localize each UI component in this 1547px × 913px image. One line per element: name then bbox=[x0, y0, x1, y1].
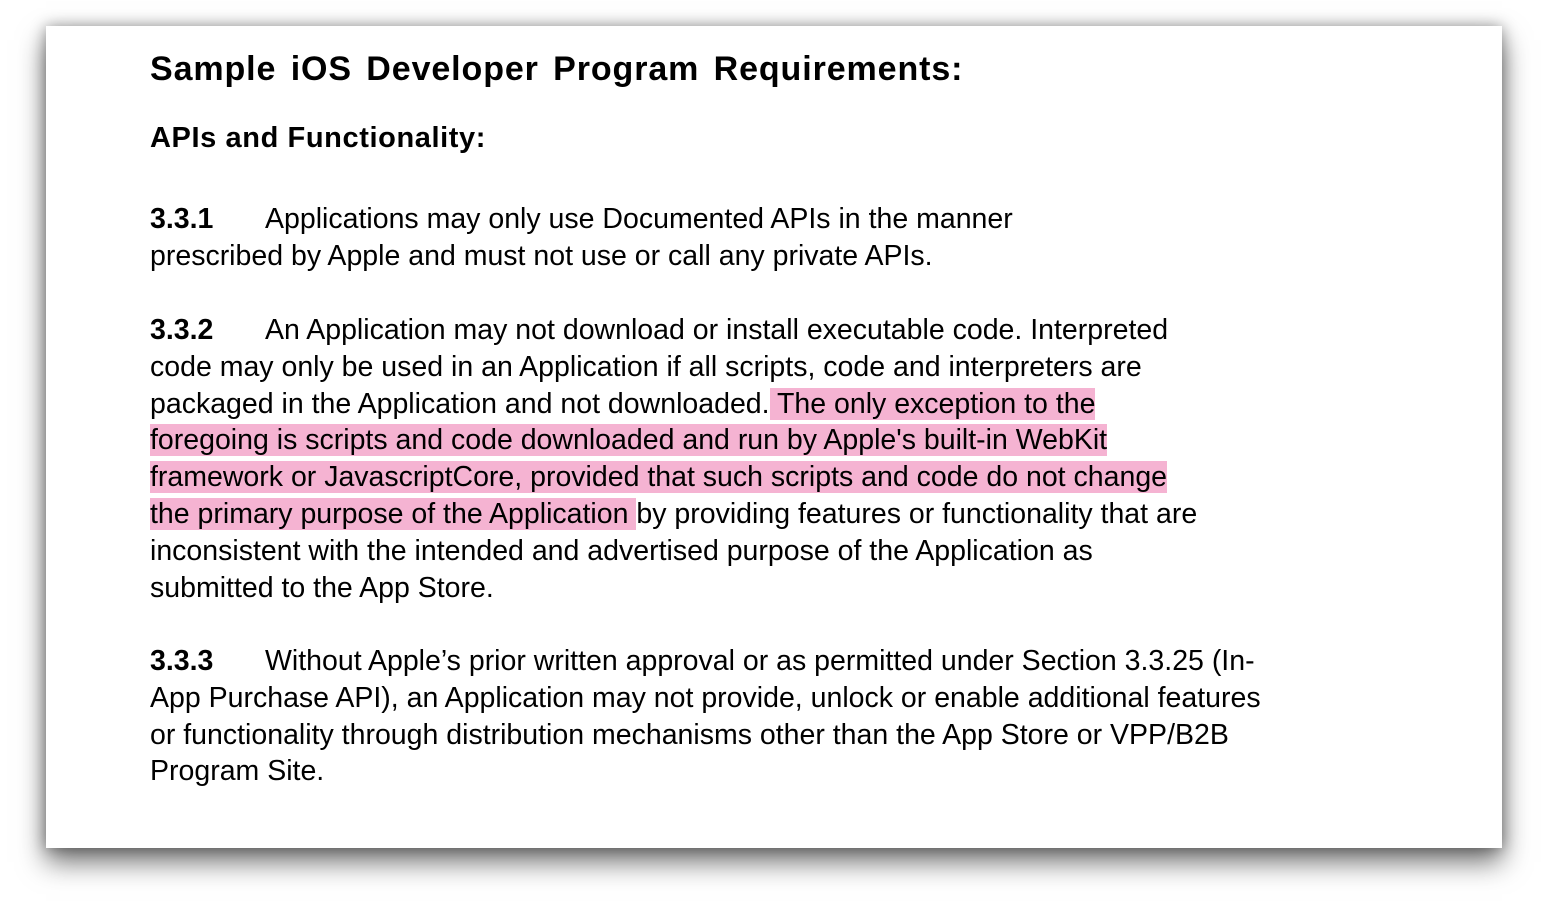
section-heading: APIs and Functionality: bbox=[150, 122, 487, 154]
highlighted-text: foregoing is scripts and code downloaded… bbox=[150, 424, 1108, 457]
section-text-line: packaged in the Application and not down… bbox=[150, 387, 770, 420]
document-title: Sample iOS Developer Program Requirement… bbox=[150, 50, 964, 88]
section-text-line: code may only be used in an Application … bbox=[150, 350, 1142, 383]
highlighted-text: the primary purpose of the Application bbox=[150, 497, 637, 530]
document-page: Sample iOS Developer Program Requirement… bbox=[46, 26, 1502, 848]
section-number: 3.3.1 bbox=[150, 203, 214, 235]
section-text-line: submitted to the App Store. bbox=[150, 571, 494, 604]
section-number: 3.3.3 bbox=[150, 645, 214, 677]
section-text-line: App Purchase API), an Application may no… bbox=[150, 681, 1261, 714]
section-3-3-2: 3.3.2 An Application may not download or … bbox=[150, 312, 1197, 606]
screenshot-stage: Sample iOS Developer Program Requirement… bbox=[0, 0, 1547, 913]
section-text-line: prescribed by Apple and must not use or … bbox=[150, 239, 933, 272]
section-text-line: or functionality through distribution me… bbox=[150, 718, 1229, 751]
highlighted-text: framework or JavascriptCore, provided th… bbox=[150, 461, 1168, 494]
section-text-line: Program Site. bbox=[150, 755, 325, 788]
section-text-line: Without Apple’s prior written approval o… bbox=[265, 645, 1255, 677]
section-number: 3.3.2 bbox=[150, 314, 214, 346]
highlighted-text: The only exception to the bbox=[769, 387, 1096, 420]
section-3-3-3: 3.3.3 Without Apple’s prior written appro… bbox=[150, 643, 1261, 790]
section-3-3-1: 3.3.1 Applications may only use Documente… bbox=[150, 201, 1013, 275]
section-text-line: An Application may not download or insta… bbox=[265, 314, 1169, 346]
section-text-line: by providing features or functionality t… bbox=[636, 497, 1198, 530]
section-text-line: inconsistent with the intended and adver… bbox=[150, 534, 1093, 567]
section-text-line: Applications may only use Documented API… bbox=[265, 203, 1013, 235]
